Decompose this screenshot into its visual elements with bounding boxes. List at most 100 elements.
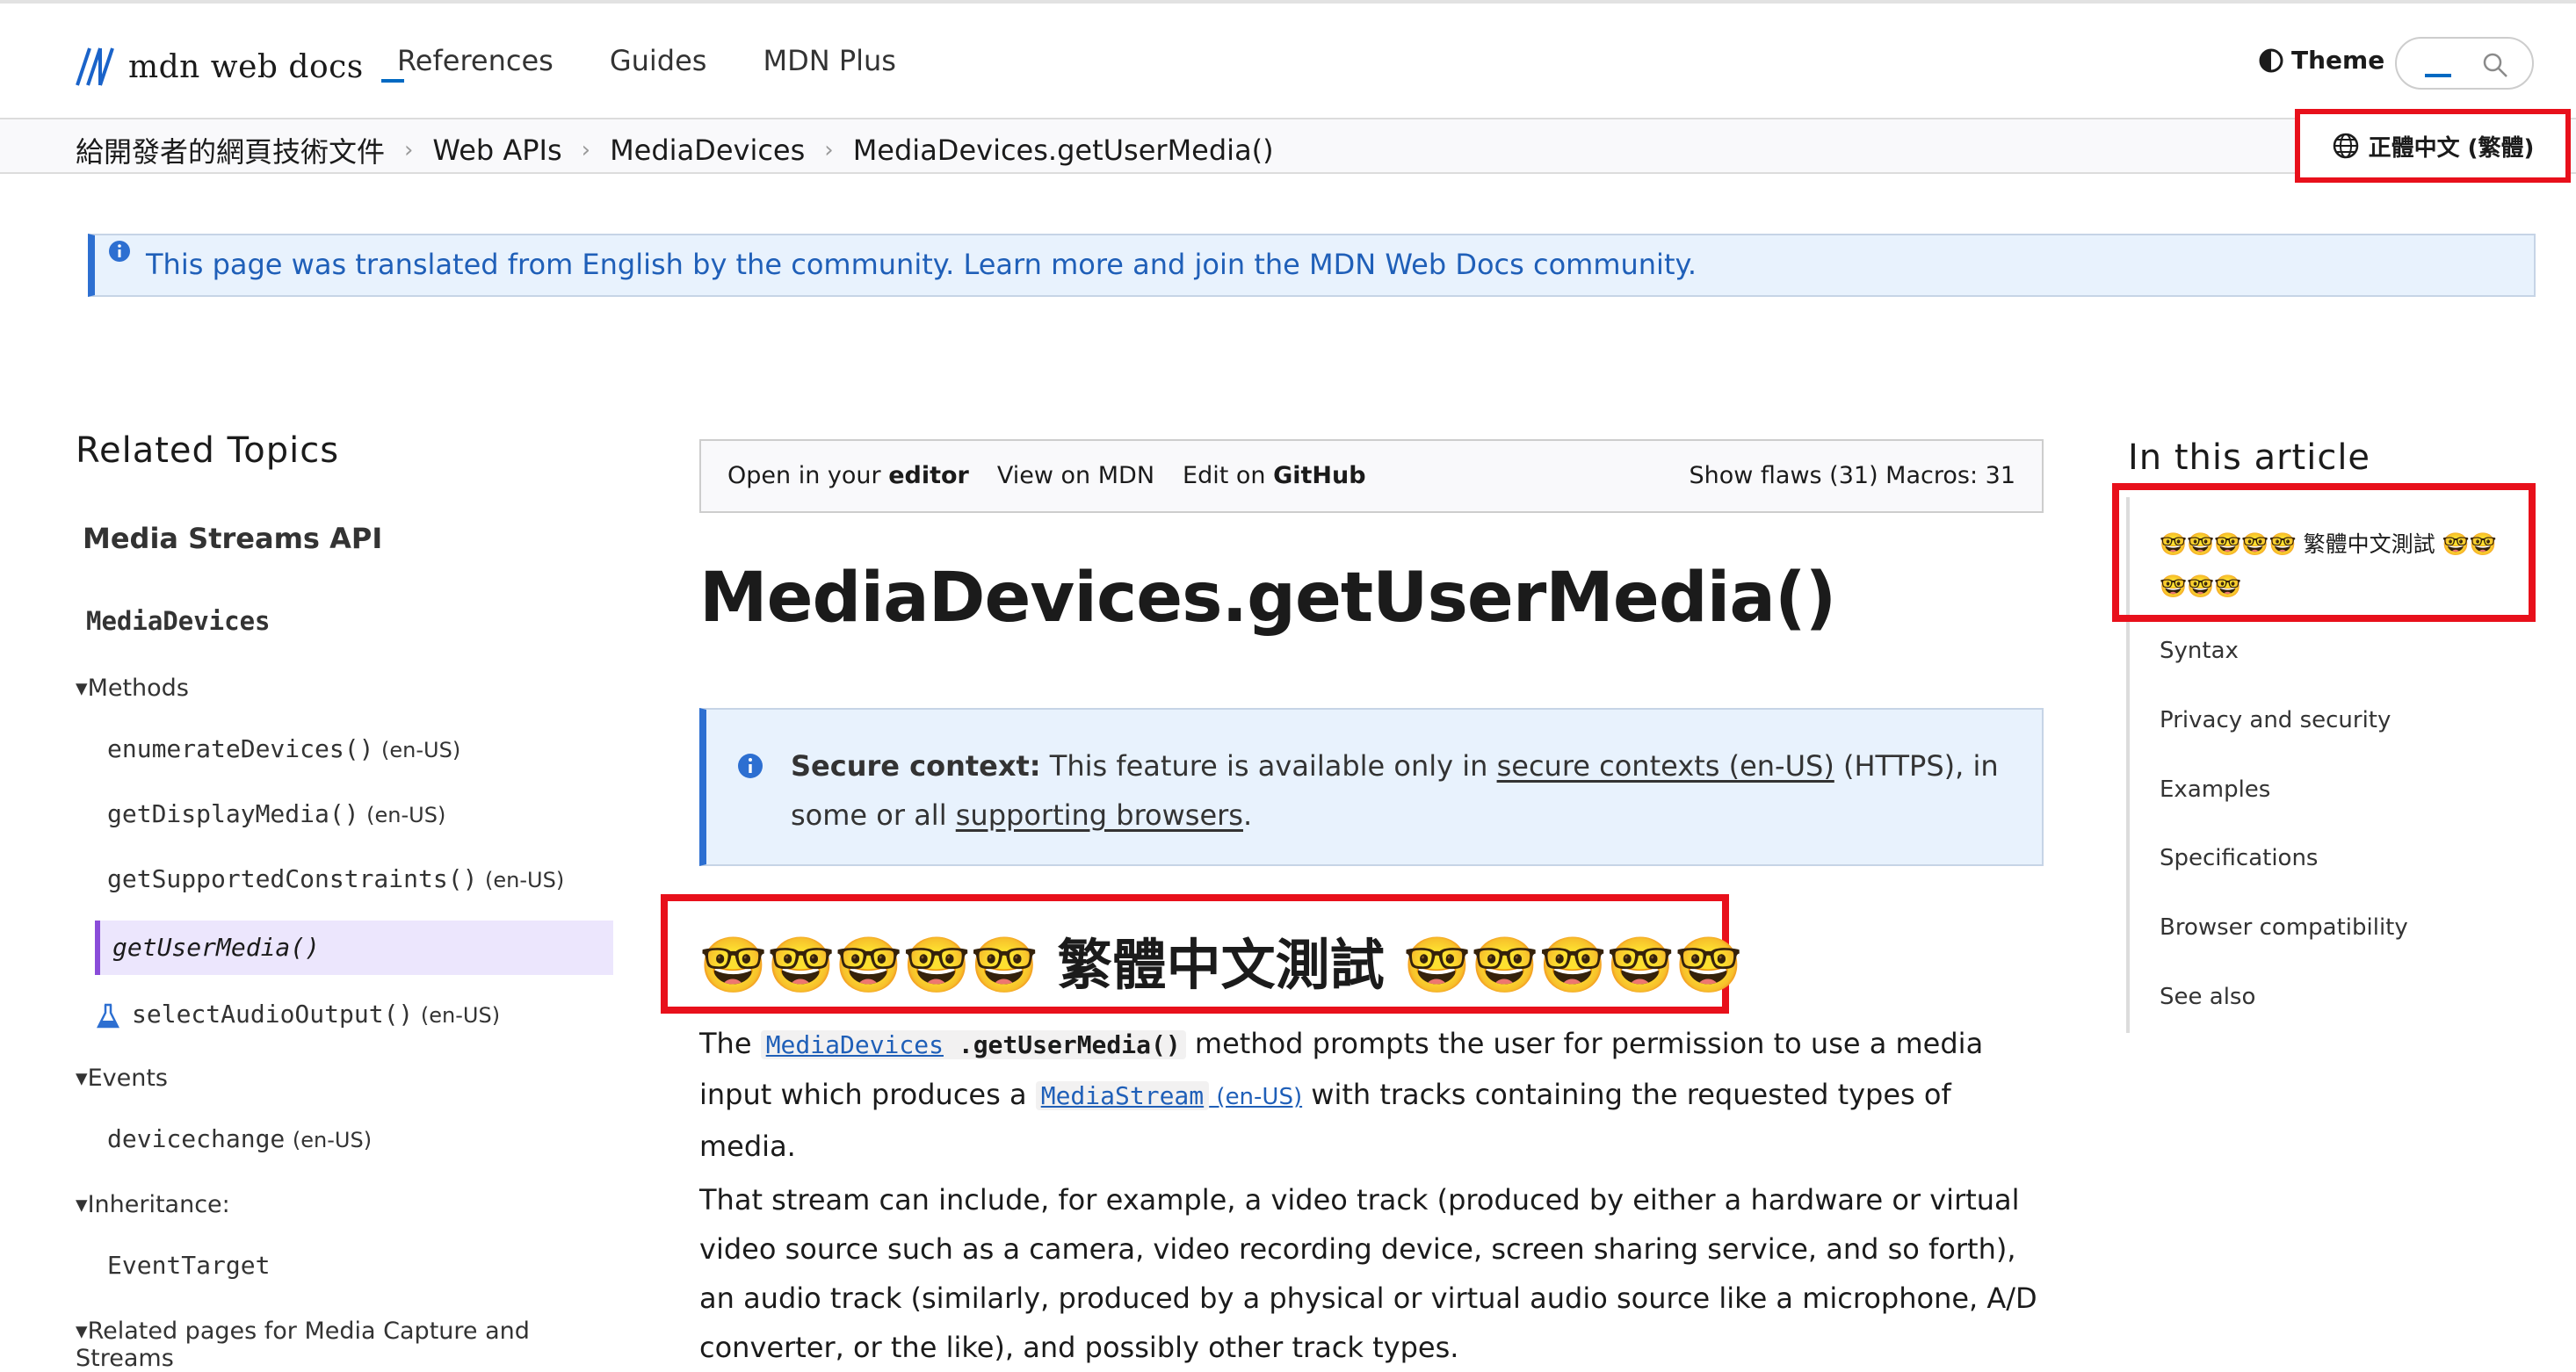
nav-references[interactable]: References	[397, 44, 554, 77]
link-prefix: Edit on	[1183, 462, 1274, 489]
breadcrumb-item-mediadevices[interactable]: MediaDevices	[610, 134, 805, 167]
page-title: MediaDevices.getUserMedia()	[699, 559, 1836, 638]
item-name: EventTarget	[107, 1251, 271, 1280]
globe-icon	[2333, 133, 2358, 159]
main-nav: References Guides MDN Plus	[397, 44, 896, 77]
triangle-down-icon: ▾	[76, 1318, 88, 1345]
info-icon	[738, 754, 763, 778]
item-name: getSupportedConstraints()	[107, 864, 478, 893]
section-heading: 🤓🤓🤓🤓🤓 繁體中文測試 🤓🤓🤓🤓🤓	[699, 933, 1743, 997]
sidebar-item-selectaudiooutput[interactable]: selectAudioOutput() (en-US)	[132, 1000, 500, 1029]
edit-on-github-link[interactable]: Edit on GitHub	[1183, 462, 1366, 489]
sidebar-title: Related Topics	[76, 430, 340, 471]
breadcrumb-item-current[interactable]: MediaDevices.getUserMedia()	[853, 134, 1274, 167]
toc-item-privacy-security[interactable]: Privacy and security	[2160, 707, 2391, 733]
mediadevices-code: MediaDevices .getUserMedia()	[760, 1030, 1186, 1059]
sidebar-item-enumeratedevices[interactable]: enumerateDevices() (en-US)	[107, 734, 460, 763]
mediastream-link[interactable]: MediaStream	[1041, 1081, 1204, 1110]
item-locale: (en-US)	[292, 1128, 373, 1152]
secure-label: Secure context:	[791, 749, 1041, 783]
sidebar-section-media-streams[interactable]: Media Streams API	[83, 522, 382, 555]
triangle-down-icon: ▾	[76, 675, 88, 702]
mediadevices-link[interactable]: MediaDevices	[766, 1030, 944, 1059]
breadcrumb-bar: 給開發者的網頁技術文件 › Web APIs › MediaDevices › …	[0, 118, 2576, 174]
language-label: 正體中文 (繁體)	[2368, 134, 2535, 162]
chevron-right-icon: ›	[824, 137, 834, 163]
open-in-editor-link[interactable]: Open in your editor	[727, 462, 969, 489]
secure-context-text: Secure context: This feature is availabl…	[791, 741, 2021, 840]
item-locale: (en-US)	[381, 738, 461, 762]
intro-paragraph: The MediaDevices .getUserMedia() method …	[699, 1019, 2052, 1171]
mediastream-locale-link[interactable]: (en-US)	[1209, 1084, 1302, 1110]
item-name: devicechange	[107, 1124, 286, 1153]
p1-text: The	[699, 1027, 761, 1060]
language-switcher-button[interactable]: 正體中文 (繁體)	[2295, 109, 2571, 183]
breadcrumb-item-web-apis[interactable]: Web APIs	[432, 134, 561, 167]
secure-text-3: .	[1242, 798, 1253, 832]
sidebar-item-getusermedia-active[interactable]: getUserMedia()	[95, 921, 613, 975]
theme-switcher[interactable]: Theme	[2258, 46, 2384, 75]
sidebar-group-methods[interactable]: ▾Methods	[76, 675, 189, 702]
nav-guides[interactable]: Guides	[610, 44, 707, 77]
group-label: Methods	[87, 675, 189, 702]
item-name: getDisplayMedia()	[107, 799, 359, 828]
search-cursor	[2425, 74, 2451, 77]
logo-underscore	[380, 79, 404, 83]
toc-item-test-heading[interactable]: 🤓🤓🤓🤓🤓 繁體中文測試 🤓🤓🤓🤓🤓	[2160, 524, 2511, 608]
breadcrumb-item-home[interactable]: 給開發者的網頁技術文件	[76, 130, 385, 170]
search-icon[interactable]	[2481, 51, 2509, 79]
toc-item-see-also[interactable]: See also	[2160, 984, 2255, 1010]
item-name: getUserMedia()	[112, 933, 321, 962]
item-name: selectAudioOutput()	[132, 1000, 414, 1029]
toc-item-specifications[interactable]: Specifications	[2160, 845, 2318, 871]
link-prefix: Open in your	[727, 462, 889, 489]
top-navigation: mdn web docs References Guides MDN Plus …	[0, 4, 2576, 118]
toolbar-links: Open in your editor View on MDN Edit on …	[727, 462, 1366, 489]
logo-text: mdn web docs	[128, 48, 364, 85]
mediastream-code: MediaStream	[1035, 1081, 1210, 1110]
sidebar-group-events[interactable]: ▾Events	[76, 1065, 168, 1092]
toc-title: In this article	[2128, 437, 2371, 478]
item-locale: (en-US)	[485, 868, 565, 892]
item-locale: (en-US)	[420, 1003, 501, 1028]
triangle-down-icon: ▾	[76, 1065, 88, 1092]
info-icon	[109, 241, 130, 262]
item-locale: (en-US)	[366, 803, 446, 827]
experimental-flask-icon	[97, 1003, 119, 1029]
contributor-toolbar: Open in your editor View on MDN Edit on …	[699, 439, 2044, 513]
translation-notice: This page was translated from English by…	[88, 234, 2536, 297]
supporting-browsers-link[interactable]: supporting browsers	[956, 798, 1243, 832]
view-on-mdn-link[interactable]: View on MDN	[997, 462, 1154, 489]
search-input[interactable]	[2395, 37, 2534, 90]
mdn-logo-icon	[76, 47, 114, 86]
secure-contexts-link[interactable]: secure contexts (en-US)	[1497, 749, 1834, 783]
sidebar-item-devicechange[interactable]: devicechange (en-US)	[107, 1124, 372, 1153]
secure-text-1: This feature is available only in	[1040, 749, 1497, 783]
link-bold: GitHub	[1273, 462, 1366, 489]
item-name: enumerateDevices()	[107, 734, 374, 763]
sidebar-item-getdisplaymedia[interactable]: getDisplayMedia() (en-US)	[107, 799, 445, 828]
sidebar-group-related-pages[interactable]: ▾Related pages for Media Capture and Str…	[76, 1318, 620, 1372]
show-flaws-link[interactable]: Show flaws (31) Macros: 31	[1689, 462, 2015, 489]
secure-context-notice: Secure context: This feature is availabl…	[699, 708, 2044, 866]
chevron-right-icon: ›	[404, 137, 414, 163]
link-bold: editor	[888, 462, 969, 489]
toc-item-browser-compatibility[interactable]: Browser compatibility	[2160, 914, 2408, 941]
chevron-right-icon: ›	[581, 137, 591, 163]
toc-item-examples[interactable]: Examples	[2160, 776, 2270, 803]
breadcrumb: 給開發者的網頁技術文件 › Web APIs › MediaDevices › …	[76, 130, 1274, 170]
sidebar-item-eventtarget[interactable]: EventTarget	[107, 1251, 270, 1280]
stream-paragraph: That stream can include, for example, a …	[699, 1183, 2037, 1364]
sidebar-interface-mediadevices[interactable]: MediaDevices	[86, 606, 271, 636]
sidebar-item-getsupportedconstraints[interactable]: getSupportedConstraints() (en-US)	[107, 864, 564, 893]
notice-link[interactable]: Learn more and join the MDN Web Docs com…	[963, 248, 1697, 281]
nav-mdn-plus[interactable]: MDN Plus	[763, 44, 896, 77]
group-label: Events	[87, 1065, 168, 1092]
mdn-logo[interactable]: mdn web docs	[74, 40, 404, 93]
group-label: Related pages for Media Capture and Stre…	[76, 1318, 530, 1372]
toc-item-syntax[interactable]: Syntax	[2160, 638, 2239, 664]
notice-prefix: This page was translated from English by…	[146, 248, 964, 281]
sidebar-group-inheritance[interactable]: ▾Inheritance:	[76, 1191, 230, 1218]
method-name: .getUserMedia()	[958, 1030, 1181, 1059]
theme-label: Theme	[2291, 46, 2385, 75]
